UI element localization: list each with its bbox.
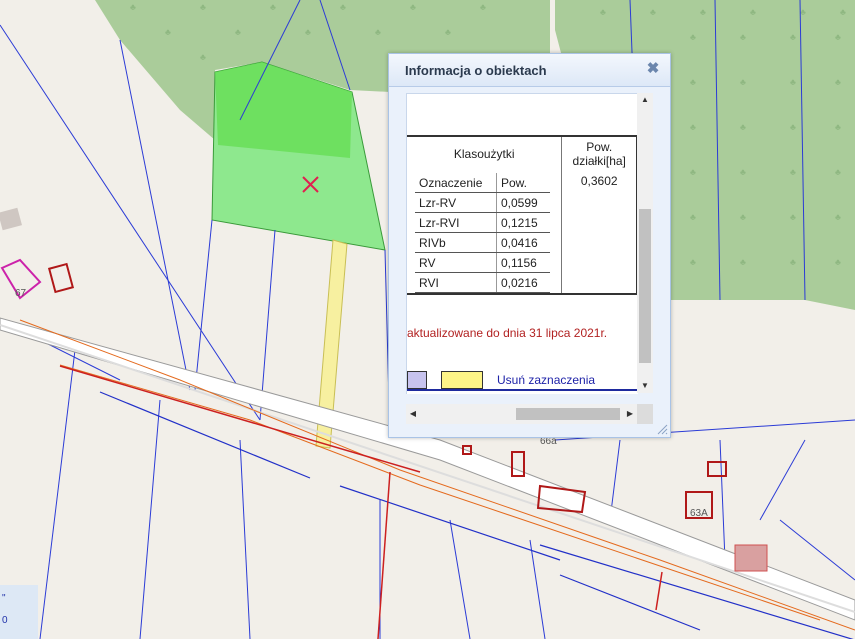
content-divider (407, 389, 638, 391)
svg-text:♣: ♣ (410, 2, 416, 12)
horizontal-scrollbar[interactable]: ◀ ▶ (406, 404, 637, 424)
svg-text:♣: ♣ (835, 212, 841, 222)
map-corner-value: 0 (2, 615, 8, 626)
header-land-use: Klasoużytki (407, 135, 562, 170)
svg-text:♣: ♣ (375, 27, 381, 37)
row-code: Lzr-RV (415, 192, 497, 213)
object-info-dialog[interactable]: Informacja o obiektach ✖ Klasoużytki Pow… (388, 53, 671, 438)
scroll-corner (637, 404, 653, 424)
svg-text:♣: ♣ (800, 7, 806, 17)
table-row: Lzr-RVI 0,1215 (415, 212, 550, 233)
legend-swatch-yellow (441, 371, 483, 389)
legend-swatch-blue (407, 371, 427, 389)
row-code: RIVb (415, 232, 497, 253)
dialog-title: Informacja o obiektach (405, 63, 547, 78)
table-row: RV 0,1156 (415, 252, 550, 273)
row-code: Lzr-RVI (415, 212, 497, 233)
table-row: RVI 0,0216 (415, 272, 550, 293)
table-row: RIVb 0,0416 (415, 232, 550, 253)
svg-text:♣: ♣ (200, 52, 206, 62)
svg-text:♣: ♣ (305, 27, 311, 37)
row-area: 0,1156 (496, 252, 550, 273)
svg-text:♣: ♣ (165, 27, 171, 37)
svg-text:♣: ♣ (600, 7, 606, 17)
svg-text:♣: ♣ (270, 2, 276, 12)
row-area: 0,0216 (496, 272, 550, 293)
svg-text:♣: ♣ (445, 27, 451, 37)
svg-text:♣: ♣ (235, 27, 241, 37)
svg-text:♣: ♣ (835, 167, 841, 177)
svg-text:♣: ♣ (690, 212, 696, 222)
map-corner-quote: " (2, 593, 6, 604)
svg-text:♣: ♣ (835, 122, 841, 132)
svg-text:♣: ♣ (790, 167, 796, 177)
svg-text:♣: ♣ (790, 257, 796, 267)
svg-text:♣: ♣ (790, 77, 796, 87)
map-label-63a: 63A (690, 508, 708, 519)
svg-text:♣: ♣ (790, 32, 796, 42)
svg-text:♣: ♣ (340, 2, 346, 12)
clear-selection-link[interactable]: Usuń zaznaczenia (497, 373, 595, 387)
scroll-left-icon[interactable]: ◀ (406, 404, 420, 424)
resize-grip-icon[interactable] (656, 423, 668, 435)
row-code: RV (415, 252, 497, 273)
svg-text:♣: ♣ (840, 7, 846, 17)
svg-text:♣: ♣ (480, 2, 486, 12)
row-area: 0,0416 (496, 232, 550, 253)
svg-text:♣: ♣ (740, 32, 746, 42)
scroll-right-icon[interactable]: ▶ (623, 404, 637, 424)
row-code: RVI (415, 272, 497, 293)
dialog-header[interactable]: Informacja o obiektach ✖ (389, 54, 670, 87)
svg-text:♣: ♣ (740, 212, 746, 222)
svg-text:♣: ♣ (740, 122, 746, 132)
horizontal-scroll-thumb[interactable] (516, 408, 620, 420)
building-gray (734, 544, 768, 572)
total-parcel-area: 0,3602 (561, 170, 638, 295)
svg-text:♣: ♣ (130, 2, 136, 12)
row-area: 0,1215 (496, 212, 550, 233)
svg-text:♣: ♣ (650, 7, 656, 17)
col-code-header: Oznaczenie (415, 173, 497, 193)
svg-text:♣: ♣ (750, 7, 756, 17)
scroll-down-icon[interactable]: ▼ (637, 379, 653, 393)
svg-text:♣: ♣ (835, 32, 841, 42)
col-area-header: Pow. (496, 173, 550, 193)
land-use-subtable: Oznaczenie Pow. Lzr-RV 0,0599 Lzr-RVI 0,… (415, 173, 550, 293)
svg-text:♣: ♣ (690, 122, 696, 132)
svg-text:♣: ♣ (790, 212, 796, 222)
land-use-table: Klasoużytki Pow. działki[ha] Oznaczenie … (407, 135, 638, 295)
svg-text:♣: ♣ (835, 257, 841, 267)
close-icon[interactable]: ✖ (646, 61, 660, 76)
row-area: 0,0599 (496, 192, 550, 213)
table-row: Lzr-RV 0,0599 (415, 192, 550, 213)
svg-text:♣: ♣ (690, 257, 696, 267)
svg-text:♣: ♣ (790, 122, 796, 132)
vertical-scrollbar[interactable]: ▲ ▼ (637, 93, 653, 393)
svg-text:♣: ♣ (740, 257, 746, 267)
update-note: aktualizowane do dnia 31 lipca 2021r. (407, 326, 608, 340)
svg-text:♣: ♣ (690, 32, 696, 42)
svg-text:♣: ♣ (690, 167, 696, 177)
header-parcel-area: Pow. działki[ha] (561, 135, 638, 170)
vertical-scroll-thumb[interactable] (639, 209, 651, 363)
svg-text:♣: ♣ (740, 77, 746, 87)
svg-text:♣: ♣ (740, 167, 746, 177)
svg-text:♣: ♣ (200, 2, 206, 12)
svg-text:♣: ♣ (700, 7, 706, 17)
map-label-67: 67 (15, 288, 27, 299)
dialog-content[interactable]: Klasoużytki Pow. działki[ha] Oznaczenie … (406, 93, 638, 394)
svg-text:♣: ♣ (835, 77, 841, 87)
scroll-up-icon[interactable]: ▲ (637, 93, 653, 107)
svg-text:♣: ♣ (690, 77, 696, 87)
